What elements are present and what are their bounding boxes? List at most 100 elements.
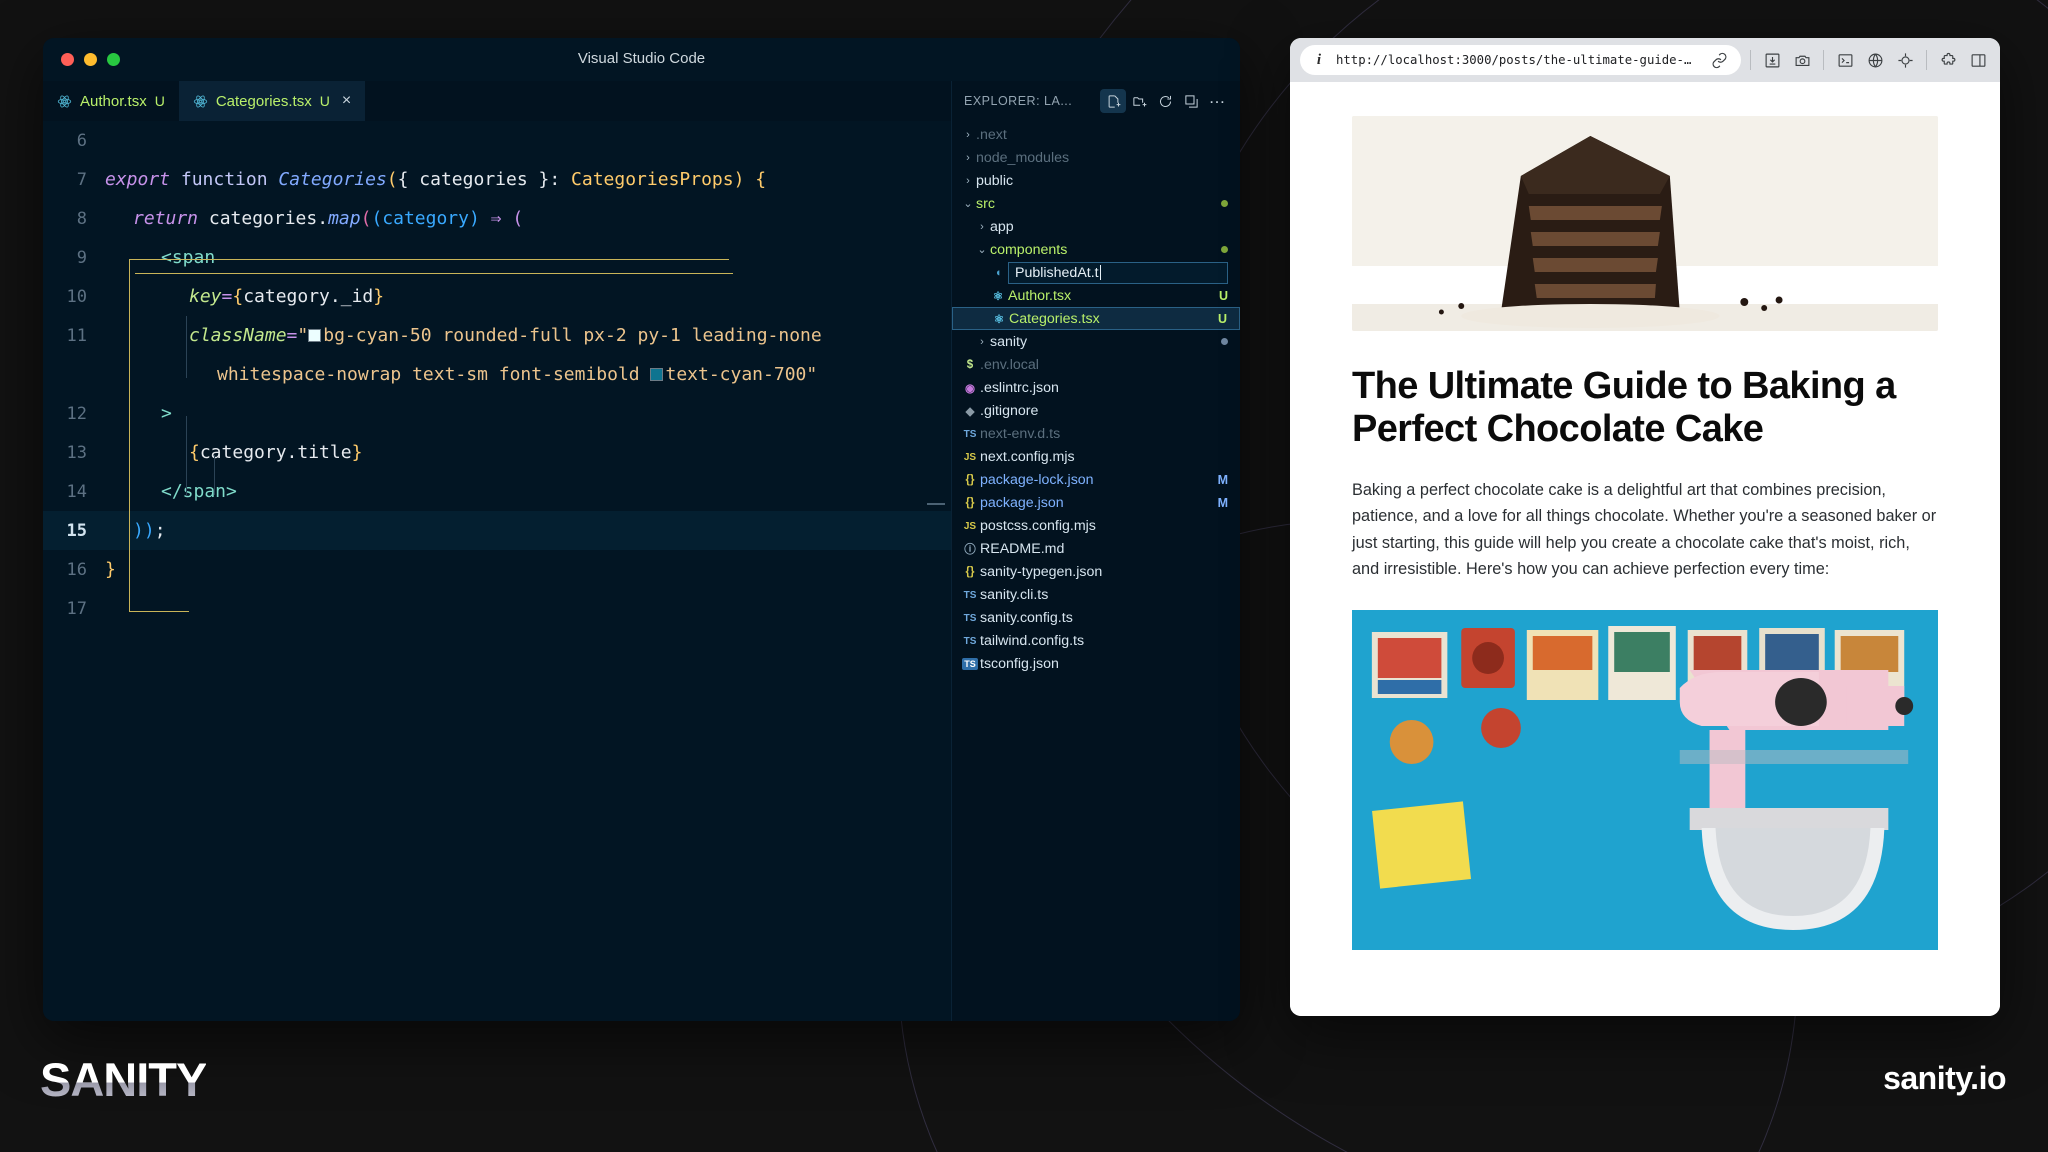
git-status-badge: M bbox=[1217, 495, 1228, 510]
line-number: 16 bbox=[66, 559, 87, 580]
line-number: 17 bbox=[66, 598, 87, 619]
tree-item-label: tsconfig.json bbox=[980, 655, 1059, 672]
globe-icon[interactable] bbox=[1863, 48, 1887, 72]
chevron-right-icon[interactable]: › bbox=[960, 129, 976, 141]
site-info-icon[interactable]: i bbox=[1310, 52, 1328, 69]
tree-file-item[interactable]: ⚛ Author.tsx U bbox=[952, 284, 1240, 307]
code-line-8: 8 return categories.map((category) ⇒ ( bbox=[43, 199, 951, 238]
tree-item-label: app bbox=[990, 218, 1014, 235]
close-tab-icon[interactable]: × bbox=[342, 93, 351, 109]
page-title: The Ultimate Guide to Baking a Perfect C… bbox=[1352, 365, 1896, 450]
code-token: { bbox=[189, 442, 200, 463]
tree-item-label: sanity bbox=[990, 333, 1028, 350]
file-tree[interactable]: › .next › node_modules › public ⌄ src › app ⌄ compo… bbox=[952, 121, 1240, 1021]
code-line-12: 12 > bbox=[43, 394, 951, 433]
extensions-puzzle-icon[interactable] bbox=[1936, 48, 1960, 72]
new-folder-icon[interactable] bbox=[1126, 89, 1152, 113]
tree-file-item[interactable]: JS postcss.config.mjs bbox=[952, 514, 1240, 537]
link-icon[interactable] bbox=[1707, 48, 1731, 72]
tree-folder-item[interactable]: ⌄ components bbox=[952, 238, 1240, 261]
target-icon[interactable] bbox=[1893, 48, 1917, 72]
tree-file-item[interactable]: {} sanity-typegen.json bbox=[952, 560, 1240, 583]
code-token: ⇒ ( bbox=[479, 208, 524, 229]
tree-file-item[interactable]: ⓘ README.md bbox=[952, 537, 1240, 560]
code-token: ( bbox=[386, 169, 398, 190]
tree-item-label: postcss.config.mjs bbox=[980, 517, 1096, 534]
tree-file-item[interactable]: ◖ PublishedAt.t bbox=[952, 261, 1240, 284]
tree-item-label: .env.local bbox=[980, 356, 1039, 373]
code-token: ) { bbox=[733, 169, 767, 190]
code-editor-area[interactable]: 6 7 export function Categories({ categor… bbox=[43, 121, 951, 1021]
code-token: (category) bbox=[371, 208, 480, 229]
tab-author-tsx[interactable]: Author.tsx U bbox=[43, 81, 179, 121]
browser-page[interactable]: The Ultimate Guide to Baking a Perfect C… bbox=[1290, 82, 2000, 1016]
code-token: } bbox=[105, 559, 116, 580]
screenshot-camera-icon[interactable] bbox=[1790, 48, 1814, 72]
tree-file-item[interactable]: TS sanity.cli.ts bbox=[952, 583, 1240, 606]
tab-categories-tsx[interactable]: Categories.tsx U × bbox=[178, 81, 366, 121]
git-status-badge: U bbox=[1218, 288, 1228, 303]
code-token: )) bbox=[133, 520, 155, 541]
tree-file-item[interactable]: TS next-env.d.ts bbox=[952, 422, 1240, 445]
chevron-down-icon[interactable]: ⌄ bbox=[960, 197, 976, 210]
js-icon: JS bbox=[963, 520, 977, 532]
react-icon: ⚛ bbox=[993, 313, 1005, 326]
code-token: = bbox=[221, 286, 233, 307]
code-token: Categories bbox=[278, 169, 387, 190]
react-icon bbox=[193, 94, 208, 109]
code-line-17: 17 bbox=[43, 589, 951, 628]
tree-file-item[interactable]: ◉ .eslintrc.json bbox=[952, 376, 1240, 399]
tree-file-item[interactable]: TS tsconfig.json bbox=[952, 652, 1240, 675]
react-icon: ⚛ bbox=[992, 290, 1004, 303]
vscode-titlebar: Visual Studio Code bbox=[43, 38, 1240, 81]
tree-file-item[interactable]: {} package.json M bbox=[952, 491, 1240, 514]
tree-folder-item[interactable]: › public bbox=[952, 169, 1240, 192]
tree-file-item[interactable]: ◆ .gitignore bbox=[952, 399, 1240, 422]
code-token: categories. bbox=[208, 208, 329, 229]
code-token: = bbox=[286, 325, 298, 346]
tree-folder-item[interactable]: ⌄ src bbox=[952, 192, 1240, 215]
chevron-right-icon[interactable]: › bbox=[960, 175, 976, 187]
more-actions-icon[interactable]: … bbox=[1204, 88, 1230, 113]
code-token: { categories } bbox=[397, 169, 550, 190]
tree-folder-item[interactable]: › sanity bbox=[952, 330, 1240, 353]
new-file-icon[interactable] bbox=[1100, 89, 1126, 113]
color-swatch-bg-cyan-50 bbox=[308, 329, 322, 342]
json-icon: {} bbox=[965, 473, 975, 486]
code-token: ; bbox=[154, 520, 166, 541]
tree-file-item[interactable]: {} package-lock.json M bbox=[952, 468, 1240, 491]
chevron-right-icon[interactable]: › bbox=[974, 336, 990, 348]
code-token: key bbox=[189, 286, 222, 307]
tree-file-item[interactable]: TS sanity.config.ts bbox=[952, 606, 1240, 629]
address-bar[interactable]: i http://localhost:3000/posts/the-ultima… bbox=[1300, 45, 1741, 75]
tree-file-item[interactable]: TS tailwind.config.ts bbox=[952, 629, 1240, 652]
tab-label: Author.tsx bbox=[80, 92, 147, 110]
tree-folder-item[interactable]: › app bbox=[952, 215, 1240, 238]
tree-item-label: .gitignore bbox=[980, 402, 1039, 419]
tree-file-item[interactable]: $ .env.local bbox=[952, 353, 1240, 376]
rename-input[interactable]: PublishedAt.t bbox=[1008, 261, 1228, 284]
tree-file-item[interactable]: JS next.config.mjs bbox=[952, 445, 1240, 468]
minimap-slider[interactable] bbox=[927, 503, 945, 505]
download-image-icon[interactable] bbox=[1760, 48, 1784, 72]
split-panel-icon[interactable] bbox=[1966, 48, 1990, 72]
ts-icon: TS bbox=[963, 589, 977, 601]
code-token: whitespace-nowrap text-sm font-semibold bbox=[217, 364, 651, 385]
terminal-icon[interactable] bbox=[1833, 48, 1857, 72]
chevron-right-icon[interactable]: › bbox=[974, 221, 990, 233]
collapse-all-icon[interactable] bbox=[1178, 89, 1204, 113]
tree-folder-item[interactable]: › node_modules bbox=[952, 146, 1240, 169]
code-token: CategoriesProps bbox=[571, 169, 734, 190]
modified-indicator-dot bbox=[1221, 338, 1228, 345]
code-token: > bbox=[161, 403, 172, 424]
code-token: function bbox=[180, 169, 279, 190]
line-number: 6 bbox=[76, 130, 87, 151]
tree-file-item[interactable]: ⚛ Categories.tsx U bbox=[952, 307, 1240, 330]
refresh-icon[interactable] bbox=[1152, 89, 1178, 113]
line-number: 13 bbox=[66, 442, 87, 463]
code-token: className bbox=[189, 325, 287, 346]
sanity-icon: ◖ bbox=[994, 266, 1002, 279]
chevron-right-icon[interactable]: › bbox=[960, 152, 976, 164]
tree-folder-item[interactable]: › .next bbox=[952, 123, 1240, 146]
chevron-down-icon[interactable]: ⌄ bbox=[974, 243, 990, 256]
